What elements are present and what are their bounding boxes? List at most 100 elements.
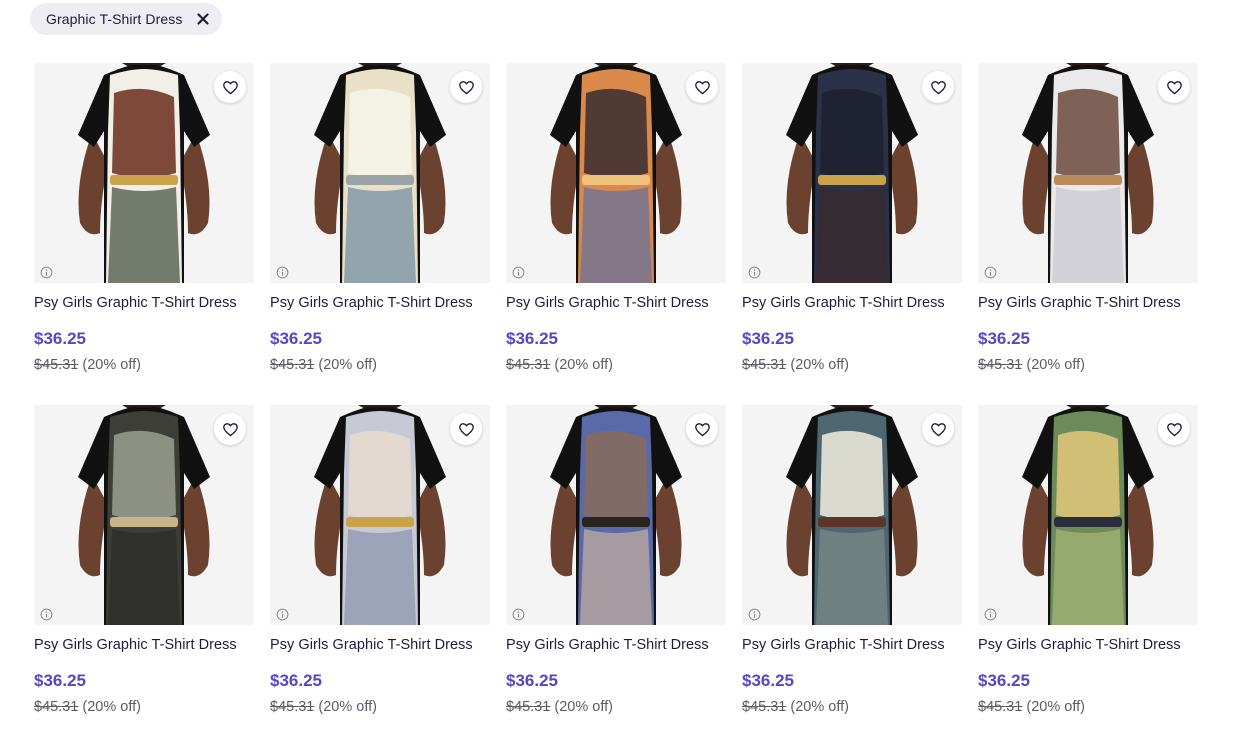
favorite-button[interactable] [450,413,482,445]
product-image[interactable] [34,405,254,625]
product-price: $36.25 [34,329,86,348]
product-image[interactable] [270,63,490,283]
original-price: $45.31 [270,699,315,715]
original-price-line: $45.31 (20% off) [742,699,962,715]
product-image[interactable] [978,405,1198,625]
heart-outline-icon [458,422,474,436]
info-icon[interactable] [984,608,997,621]
product-card[interactable]: Psy Girls Graphic T-Shirt Dress $36.25 $… [34,405,254,717]
active-filters: Graphic T-Shirt Dress [30,3,223,35]
info-icon[interactable] [748,266,761,279]
heart-outline-icon [1166,80,1182,94]
product-title[interactable]: Psy Girls Graphic T-Shirt Dress [978,295,1198,311]
original-price-line: $45.31 (20% off) [506,699,726,715]
product-card[interactable]: Psy Girls Graphic T-Shirt Dress $36.25 $… [34,63,254,375]
favorite-button[interactable] [450,71,482,103]
product-image[interactable] [34,63,254,283]
discount-label: (20% off) [790,357,849,373]
heart-outline-icon [930,422,946,436]
filter-chip[interactable]: Graphic T-Shirt Dress [30,3,223,35]
discount-label: (20% off) [82,699,141,715]
product-price: $36.25 [270,329,322,348]
favorite-button[interactable] [686,413,718,445]
discount-label: (20% off) [790,699,849,715]
heart-outline-icon [458,80,474,94]
product-card[interactable]: Psy Girls Graphic T-Shirt Dress $36.25 $… [742,63,962,375]
discount-label: (20% off) [82,357,141,373]
info-icon[interactable] [512,608,525,621]
product-image[interactable] [742,405,962,625]
product-image[interactable] [270,405,490,625]
product-image[interactable] [506,405,726,625]
info-icon[interactable] [512,266,525,279]
original-price: $45.31 [978,357,1023,373]
info-icon[interactable] [984,266,997,279]
product-price: $36.25 [742,671,794,690]
original-price: $45.31 [34,699,79,715]
original-price: $45.31 [506,357,551,373]
product-price: $36.25 [506,329,558,348]
discount-label: (20% off) [554,357,613,373]
discount-label: (20% off) [1026,699,1085,715]
filter-chip-label: Graphic T-Shirt Dress [46,11,183,27]
heart-outline-icon [694,422,710,436]
product-title[interactable]: Psy Girls Graphic T-Shirt Dress [978,637,1198,653]
product-title[interactable]: Psy Girls Graphic T-Shirt Dress [34,637,254,653]
heart-outline-icon [930,80,946,94]
original-price: $45.31 [270,357,315,373]
original-price: $45.31 [742,357,787,373]
product-price: $36.25 [742,329,794,348]
favorite-button[interactable] [214,413,246,445]
info-icon[interactable] [276,266,289,279]
heart-outline-icon [1166,422,1182,436]
product-title[interactable]: Psy Girls Graphic T-Shirt Dress [742,295,962,311]
product-price: $36.25 [978,671,1030,690]
discount-label: (20% off) [554,699,613,715]
product-image[interactable] [742,63,962,283]
original-price: $45.31 [978,699,1023,715]
original-price-line: $45.31 (20% off) [34,699,254,715]
product-image[interactable] [978,63,1198,283]
favorite-button[interactable] [686,71,718,103]
original-price-line: $45.31 (20% off) [978,699,1198,715]
product-title[interactable]: Psy Girls Graphic T-Shirt Dress [34,295,254,311]
product-card[interactable]: Psy Girls Graphic T-Shirt Dress $36.25 $… [506,405,726,717]
product-image[interactable] [506,63,726,283]
heart-outline-icon [222,80,238,94]
info-icon[interactable] [40,266,53,279]
product-price: $36.25 [34,671,86,690]
product-card[interactable]: Psy Girls Graphic T-Shirt Dress $36.25 $… [506,63,726,375]
favorite-button[interactable] [922,413,954,445]
heart-outline-icon [694,80,710,94]
heart-outline-icon [222,422,238,436]
discount-label: (20% off) [318,699,377,715]
favorite-button[interactable] [1158,413,1190,445]
favorite-button[interactable] [214,71,246,103]
product-price: $36.25 [506,671,558,690]
product-title[interactable]: Psy Girls Graphic T-Shirt Dress [270,637,490,653]
product-card[interactable]: Psy Girls Graphic T-Shirt Dress $36.25 $… [742,405,962,717]
product-card[interactable]: Psy Girls Graphic T-Shirt Dress $36.25 $… [270,63,490,375]
original-price-line: $45.31 (20% off) [270,357,490,373]
product-price: $36.25 [978,329,1030,348]
product-card[interactable]: Psy Girls Graphic T-Shirt Dress $36.25 $… [270,405,490,717]
info-icon[interactable] [748,608,761,621]
product-title[interactable]: Psy Girls Graphic T-Shirt Dress [270,295,490,311]
product-title[interactable]: Psy Girls Graphic T-Shirt Dress [506,637,726,653]
info-icon[interactable] [40,608,53,621]
original-price-line: $45.31 (20% off) [270,699,490,715]
product-card[interactable]: Psy Girls Graphic T-Shirt Dress $36.25 $… [978,63,1198,375]
original-price: $45.31 [34,357,79,373]
product-price: $36.25 [270,671,322,690]
favorite-button[interactable] [922,71,954,103]
product-card[interactable]: Psy Girls Graphic T-Shirt Dress $36.25 $… [978,405,1198,717]
original-price-line: $45.31 (20% off) [506,357,726,373]
product-grid: Psy Girls Graphic T-Shirt Dress $36.25 $… [34,63,1198,717]
original-price: $45.31 [506,699,551,715]
original-price-line: $45.31 (20% off) [742,357,962,373]
favorite-button[interactable] [1158,71,1190,103]
product-title[interactable]: Psy Girls Graphic T-Shirt Dress [742,637,962,653]
product-title[interactable]: Psy Girls Graphic T-Shirt Dress [506,295,726,311]
info-icon[interactable] [276,608,289,621]
close-icon[interactable] [196,12,210,26]
